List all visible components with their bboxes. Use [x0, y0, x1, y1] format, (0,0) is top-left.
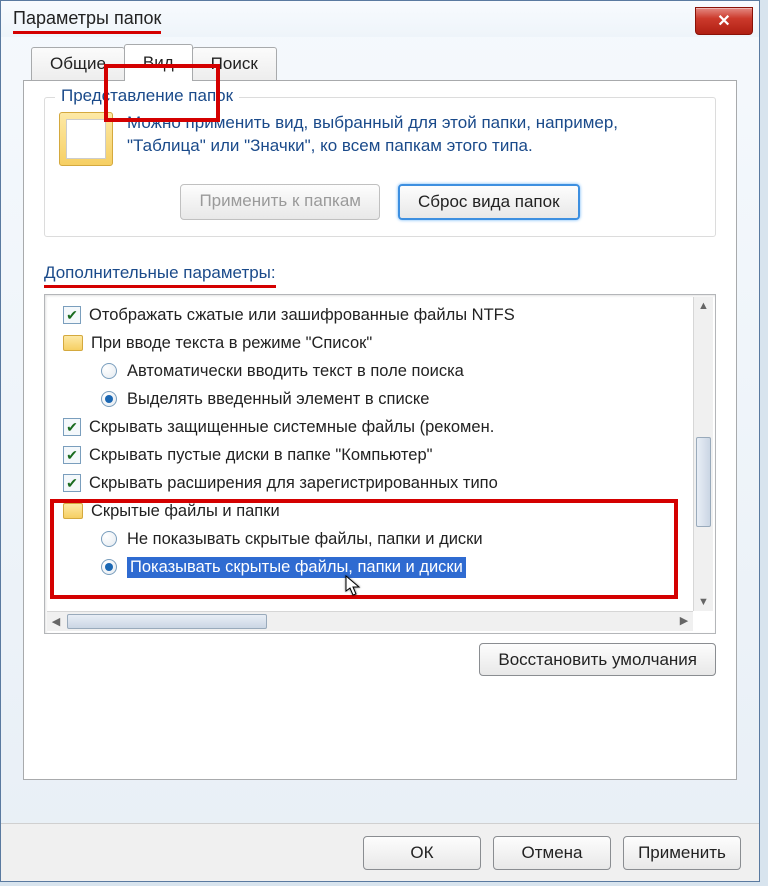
- option-hidden-files-folder[interactable]: Скрытые файлы и папки: [53, 497, 691, 525]
- option-list-mode-folder[interactable]: При вводе текста в режиме "Список": [53, 329, 691, 357]
- option-auto-type-search[interactable]: Автоматически вводить текст в поле поиск…: [53, 357, 691, 385]
- scroll-right-icon[interactable]: ▶: [675, 612, 693, 630]
- apply-to-folders-button[interactable]: Применить к папкам: [180, 184, 380, 220]
- option-highlight-typed[interactable]: Выделять введенный элемент в списке: [53, 385, 691, 413]
- tab-general[interactable]: Общие: [31, 47, 125, 81]
- option-dont-show-hidden[interactable]: Не показывать скрытые файлы, папки и дис…: [53, 525, 691, 553]
- advanced-settings-label: Дополнительные параметры:: [44, 263, 276, 288]
- folder-views-label: Представление папок: [55, 86, 239, 106]
- scroll-thumb[interactable]: [696, 437, 711, 527]
- folder-views-description: Можно применить вид, выбранный для этой …: [127, 112, 701, 166]
- close-icon: ✕: [717, 11, 730, 31]
- scroll-left-icon[interactable]: ◀: [47, 613, 65, 631]
- tab-strip: Общие Вид Поиск: [31, 47, 737, 81]
- window-title: Параметры папок: [13, 8, 161, 34]
- radio-icon[interactable]: [101, 531, 117, 547]
- vertical-scrollbar[interactable]: ▲ ▼: [693, 297, 713, 611]
- folder-small-icon: [63, 503, 83, 519]
- titlebar[interactable]: Параметры папок ✕: [1, 1, 759, 37]
- checkbox-icon[interactable]: ✔: [63, 306, 81, 324]
- horizontal-scrollbar[interactable]: ◀ ▶: [47, 611, 693, 631]
- radio-icon[interactable]: [101, 363, 117, 379]
- scroll-up-icon[interactable]: ▲: [694, 297, 713, 315]
- restore-defaults-button[interactable]: Восстановить умолчания: [479, 643, 716, 676]
- scroll-thumb-h[interactable]: [67, 614, 267, 629]
- folder-options-window: Параметры папок ✕ Общие Вид Поиск Предст…: [0, 0, 760, 882]
- dialog-button-bar: ОК Отмена Применить: [1, 823, 759, 881]
- tab-search[interactable]: Поиск: [192, 47, 277, 81]
- checkbox-icon[interactable]: ✔: [63, 418, 81, 436]
- client-area: Общие Вид Поиск Представление папок Можн…: [1, 37, 759, 792]
- reset-folders-button[interactable]: Сброс вида папок: [398, 184, 580, 220]
- tab-view[interactable]: Вид: [124, 44, 193, 81]
- ok-button[interactable]: ОК: [363, 836, 481, 870]
- folder-small-icon: [63, 335, 83, 351]
- option-hide-protected[interactable]: ✔ Скрывать защищенные системные файлы (р…: [53, 413, 691, 441]
- checkbox-icon[interactable]: ✔: [63, 446, 81, 464]
- folder-icon: [59, 112, 113, 166]
- scroll-down-icon[interactable]: ▼: [694, 593, 713, 611]
- cancel-button[interactable]: Отмена: [493, 836, 611, 870]
- folder-views-group: Представление папок Можно применить вид,…: [44, 97, 716, 237]
- checkbox-icon[interactable]: ✔: [63, 474, 81, 492]
- radio-icon[interactable]: [101, 391, 117, 407]
- close-button[interactable]: ✕: [695, 7, 753, 35]
- option-show-ntfs[interactable]: ✔ Отображать сжатые или зашифрованные фа…: [53, 301, 691, 329]
- option-hide-empty-drives[interactable]: ✔ Скрывать пустые диски в папке "Компьют…: [53, 441, 691, 469]
- option-show-hidden[interactable]: Показывать скрытые файлы, папки и диски: [53, 553, 691, 581]
- apply-button[interactable]: Применить: [623, 836, 741, 870]
- tab-panel-view: Представление папок Можно применить вид,…: [23, 80, 737, 780]
- advanced-settings-tree[interactable]: ✔ Отображать сжатые или зашифрованные фа…: [44, 294, 716, 634]
- radio-icon[interactable]: [101, 559, 117, 575]
- option-hide-extensions[interactable]: ✔ Скрывать расширения для зарегистрирова…: [53, 469, 691, 497]
